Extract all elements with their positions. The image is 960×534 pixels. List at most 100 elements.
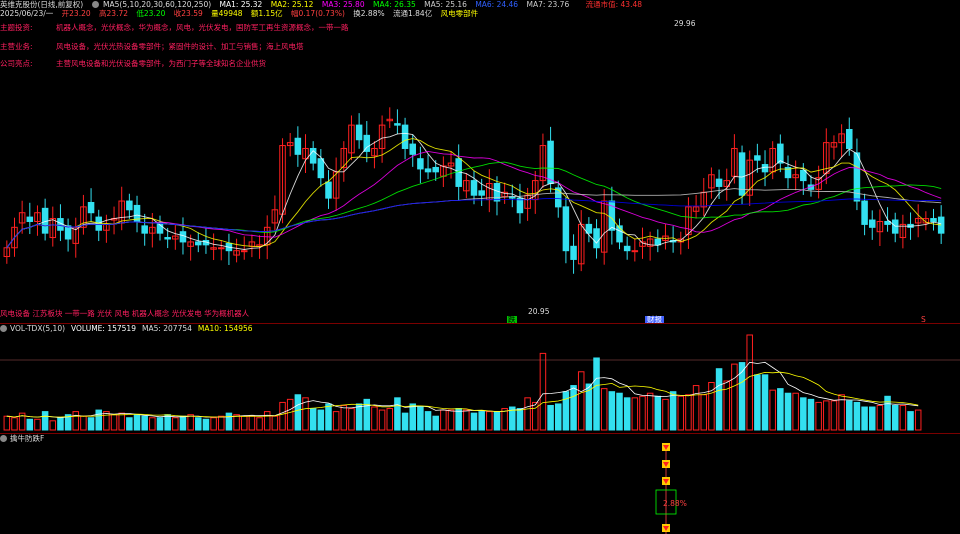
candle <box>539 133 547 188</box>
volume-bar <box>662 398 669 431</box>
volume-bar <box>447 409 455 431</box>
candle <box>118 186 125 231</box>
candle-body <box>562 206 570 252</box>
candle-body <box>87 202 95 214</box>
volume-bar <box>218 415 225 431</box>
candle-body <box>417 158 424 170</box>
volume-bar <box>309 408 317 431</box>
volume-bar <box>470 412 478 431</box>
volume-bar <box>240 415 248 431</box>
candle <box>325 170 332 209</box>
candle <box>103 214 110 243</box>
volume-bar <box>271 415 279 431</box>
candle-body <box>478 190 485 196</box>
candle <box>899 214 907 249</box>
volume-bar <box>784 392 792 431</box>
candle-body <box>470 180 478 196</box>
candle <box>830 135 838 160</box>
candle <box>156 215 164 241</box>
candle <box>784 155 792 189</box>
candle <box>233 238 240 263</box>
candle <box>868 210 876 240</box>
candle-body <box>218 247 225 250</box>
candle <box>340 141 348 182</box>
candle-body <box>317 158 325 179</box>
volume-bar <box>554 403 562 431</box>
volume-value: VOLUME: 157519 <box>71 324 136 333</box>
candle-body <box>654 238 662 246</box>
volume-bar <box>478 411 485 431</box>
volume-bar <box>378 409 386 431</box>
volume-bar <box>263 411 271 431</box>
candle <box>623 236 631 260</box>
volume-bar <box>754 374 761 431</box>
candle-body <box>884 220 891 225</box>
volume-bar <box>646 392 654 431</box>
volume-bar <box>409 403 416 431</box>
volume-bar <box>164 414 171 431</box>
volume-bar <box>248 415 256 431</box>
volume-ma5: MA5: 207754 <box>141 324 192 333</box>
volume-bar <box>493 411 501 431</box>
candle-body <box>355 124 363 141</box>
candle <box>685 197 692 249</box>
candle-body <box>195 241 202 246</box>
volume-bar <box>800 397 807 431</box>
volume-bar <box>332 411 340 431</box>
volume-bar <box>577 371 585 431</box>
volume-title[interactable]: VOL-TDX(5,10) <box>10 324 65 333</box>
candle-body <box>516 197 524 214</box>
volume-bar <box>401 412 409 431</box>
candle-body <box>325 181 332 199</box>
candle-body <box>432 166 439 173</box>
candle <box>424 154 432 180</box>
volume-settings-icon[interactable] <box>0 325 7 332</box>
volume-bar <box>26 418 34 431</box>
volume-bar <box>87 417 95 431</box>
candle <box>363 121 371 163</box>
candle <box>95 209 102 242</box>
candle-body <box>861 200 868 225</box>
volume-bar <box>195 417 202 431</box>
volume-bar <box>685 394 692 431</box>
volume-bar <box>914 409 922 431</box>
volume-bar <box>669 391 677 431</box>
candle <box>914 204 922 238</box>
candle <box>616 218 623 250</box>
candle <box>332 157 340 211</box>
volume-bar <box>616 392 623 431</box>
volume-bar <box>110 414 118 431</box>
candle <box>309 141 317 171</box>
candle <box>585 217 593 243</box>
volume-bar <box>133 414 141 431</box>
volume-bar <box>899 404 907 431</box>
volume-bar <box>486 411 493 431</box>
candle <box>286 133 294 157</box>
candle-body <box>240 250 248 253</box>
volume-bar <box>692 385 700 431</box>
candle <box>386 107 394 129</box>
volume-bar <box>884 395 891 431</box>
volume-bar <box>394 397 401 431</box>
price-chart[interactable] <box>0 0 960 320</box>
candle <box>692 194 700 219</box>
volume-bar <box>386 408 394 431</box>
volume-bar <box>325 403 332 431</box>
volume-bar <box>340 404 348 431</box>
candle <box>64 218 72 252</box>
volume-bar <box>41 411 49 431</box>
candle-body <box>141 225 148 234</box>
candle-body <box>593 228 600 249</box>
volume-bar <box>853 401 861 431</box>
candle <box>401 117 409 160</box>
candle-body <box>164 237 171 240</box>
candle <box>486 169 493 213</box>
volume-bar <box>608 391 616 431</box>
indicator-chart[interactable] <box>0 434 960 534</box>
volume-bar <box>348 408 355 431</box>
volume-chart[interactable] <box>0 333 960 433</box>
candle <box>600 189 608 265</box>
volume-bar <box>715 368 723 431</box>
candle <box>792 160 799 191</box>
volume-bar <box>777 388 784 431</box>
